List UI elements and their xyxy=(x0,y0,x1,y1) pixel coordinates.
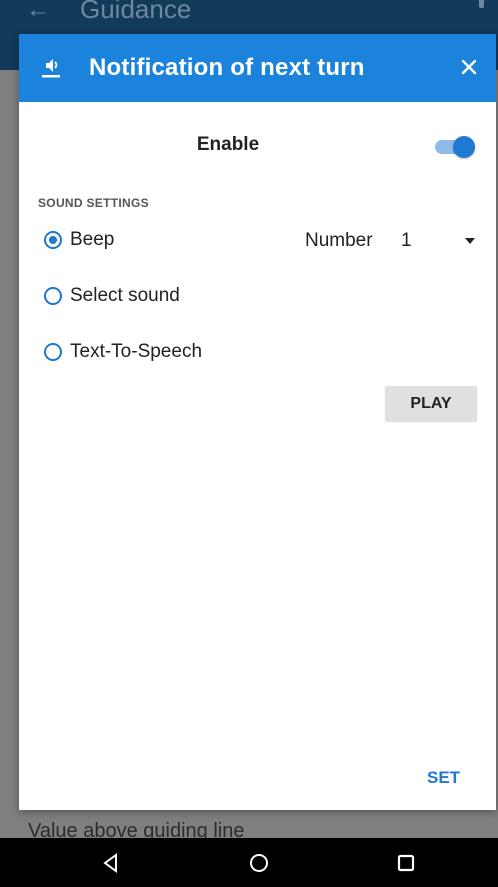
recents-square-icon[interactable] xyxy=(391,848,421,878)
enable-label: Enable xyxy=(196,134,260,155)
radio-button-checked xyxy=(44,231,62,249)
toggle-thumb xyxy=(453,136,475,158)
radio-button-unchecked xyxy=(44,343,62,361)
number-dropdown[interactable]: 1 xyxy=(397,226,481,254)
notification-sound-icon xyxy=(42,59,60,78)
home-circle-icon[interactable] xyxy=(244,848,274,878)
dialog-title: Notification of next turn xyxy=(89,54,365,81)
radio-label-text-to-speech: Text-To-Speech xyxy=(70,341,203,362)
navigation-bar xyxy=(0,838,498,887)
radio-beep[interactable]: Beep xyxy=(44,226,114,254)
radio-label-beep: Beep xyxy=(70,229,115,250)
radio-text-to-speech[interactable]: Text-To-Speech xyxy=(44,338,202,366)
sound-settings-header: SOUND SETTINGS xyxy=(38,196,149,210)
notification-dialog: Notification of next turn Enable SOUND S… xyxy=(19,34,496,810)
set-button[interactable]: SET xyxy=(427,768,460,788)
number-label: Number xyxy=(305,230,373,251)
close-icon xyxy=(461,59,477,75)
enable-toggle[interactable] xyxy=(435,136,475,158)
background-menu-icon xyxy=(479,0,484,8)
background-title: Guidance xyxy=(80,0,192,24)
back-triangle-icon[interactable] xyxy=(96,848,126,878)
close-button[interactable] xyxy=(454,52,484,82)
radio-select-sound[interactable]: Select sound xyxy=(44,282,180,310)
dropdown-caret-icon xyxy=(465,238,475,244)
play-button[interactable]: PLAY xyxy=(385,386,477,421)
radio-button-unchecked xyxy=(44,287,62,305)
radio-label-select-sound: Select sound xyxy=(70,285,180,306)
dialog-header: Notification of next turn xyxy=(19,34,496,102)
number-value: 1 xyxy=(401,230,412,251)
background-back-arrow-icon: ← xyxy=(26,0,50,23)
